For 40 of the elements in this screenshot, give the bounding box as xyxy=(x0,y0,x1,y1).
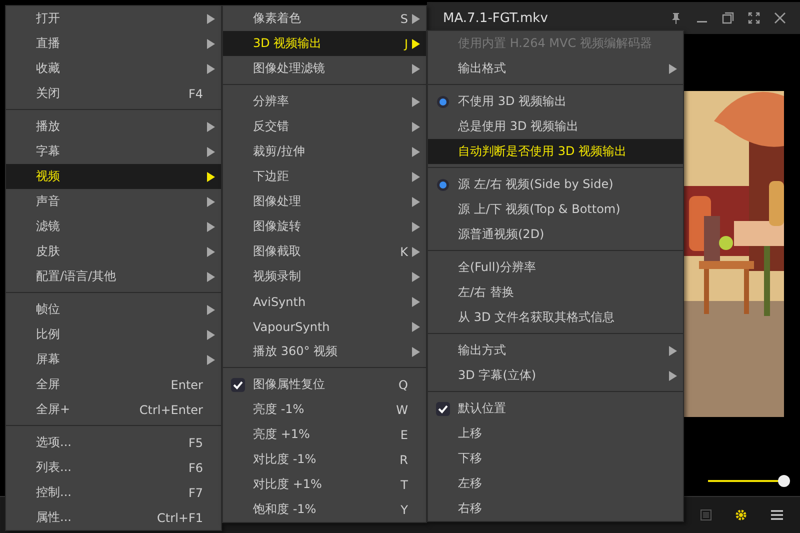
menu-item[interactable]: 对比度 -1% R xyxy=(223,447,426,472)
menu-item[interactable]: 源普通视频(2D) xyxy=(428,222,683,247)
menu-item[interactable]: 亮度 -1% W xyxy=(223,397,426,422)
menu-item[interactable]: 图像属性复位 Q xyxy=(223,372,426,397)
restore-icon[interactable] xyxy=(722,12,734,24)
menu-item[interactable]: 3D 视频输出 J xyxy=(223,31,426,56)
menu-item[interactable]: 列表... F6 xyxy=(6,455,221,480)
menu-item[interactable]: 属性... Ctrl+F1 xyxy=(6,505,221,530)
menu-item[interactable]: 亮度 +1% E xyxy=(223,422,426,447)
close-icon[interactable] xyxy=(774,12,786,24)
menu-item[interactable]: 源 上/下 视频(Top & Bottom) xyxy=(428,197,683,222)
menu-item[interactable]: 全(Full)分辨率 xyxy=(428,255,683,280)
menu-item[interactable]: 总是使用 3D 视频输出 xyxy=(428,114,683,139)
menu-item[interactable]: 源 左/右 视频(Side by Side) xyxy=(428,172,683,197)
menu-item[interactable]: 对比度 +1% T xyxy=(223,472,426,497)
pin-icon[interactable] xyxy=(670,12,682,24)
menu-item[interactable]: 从 3D 文件名获取其格式信息 xyxy=(428,305,683,330)
menu-icon[interactable] xyxy=(770,509,784,521)
fullscreen-icon[interactable] xyxy=(748,12,760,24)
menu-item[interactable]: 视频 xyxy=(6,164,221,189)
menu-item[interactable]: 全屏+ Ctrl+Enter xyxy=(6,397,221,422)
menu-item[interactable]: 左/右 替换 xyxy=(428,280,683,305)
menu-item[interactable]: 控制... F7 xyxy=(6,480,221,505)
menu-item[interactable]: 不使用 3D 视频输出 xyxy=(428,89,683,114)
menu-item[interactable]: 输出格式 xyxy=(428,56,683,81)
menu-item[interactable]: 关闭 F4 xyxy=(6,81,221,106)
menu-item[interactable]: 左移 xyxy=(428,471,683,496)
menu-item[interactable]: 自动判断是否使用 3D 视频输出 xyxy=(428,139,683,164)
menu-item[interactable]: 上移 xyxy=(428,421,683,446)
menu-item[interactable]: 输出方式 xyxy=(428,338,683,363)
menu-item[interactable]: 下移 xyxy=(428,446,683,471)
menu-item[interactable]: 3D 字幕(立体) xyxy=(428,363,683,388)
volume-slider[interactable] xyxy=(708,475,788,487)
window-title: MA.7.1-FGT.mkv xyxy=(443,10,548,26)
menu-item[interactable]: 饱和度 -1% Y xyxy=(223,497,426,522)
menu-item[interactable]: 默认位置 xyxy=(428,396,683,421)
menu-item[interactable]: 选项... F5 xyxy=(6,430,221,455)
gear-icon[interactable] xyxy=(734,508,748,522)
menu-item[interactable]: 右移 xyxy=(428,496,683,521)
menu-item[interactable]: 全屏 Enter xyxy=(6,372,221,397)
